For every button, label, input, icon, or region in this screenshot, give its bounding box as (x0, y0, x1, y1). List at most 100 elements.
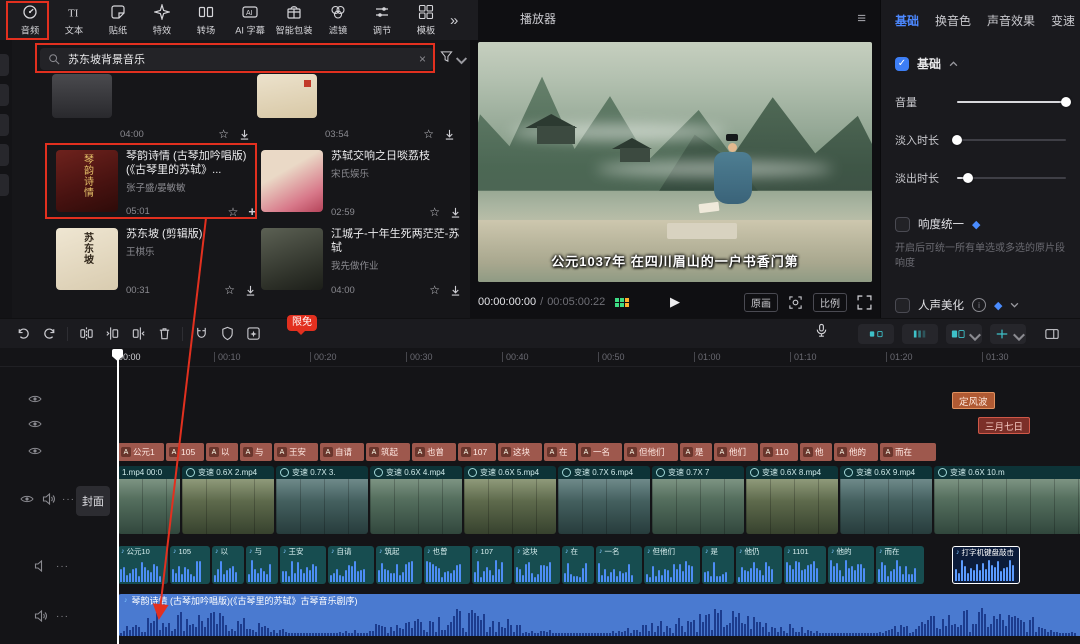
audio-clip[interactable]: ♪是 (702, 546, 734, 584)
more-options-icon[interactable]: ··· (56, 561, 69, 572)
subtitle-clip[interactable]: A王安 (274, 443, 318, 461)
speaker-icon[interactable] (34, 560, 48, 572)
subtitle-clip[interactable]: A这块 (498, 443, 542, 461)
basic-checkbox[interactable]: ✓ (895, 57, 909, 71)
video-clip[interactable]: 变速 0.7X 3. (276, 466, 368, 534)
audio-clip[interactable]: ♪王安 (280, 546, 326, 584)
subtitle-clip[interactable]: A筑起 (366, 443, 410, 461)
filter-button[interactable] (440, 50, 464, 63)
subtitle-clip[interactable]: A是 (680, 443, 712, 461)
inspector-tab-变速[interactable]: 变速 (1051, 12, 1075, 29)
toolbar-item-text[interactable]: TI文本 (52, 0, 96, 40)
subtitle-clip[interactable]: A与 (240, 443, 272, 461)
main-track-magnet-button[interactable] (858, 324, 894, 344)
selected-sound-effect-clip[interactable]: ♪打字机键盘敲击 (952, 546, 1020, 584)
collapsed-category-tab[interactable] (0, 84, 9, 106)
eye-icon[interactable] (20, 494, 34, 504)
download-icon[interactable] (245, 285, 256, 296)
collapsed-category-tab[interactable] (0, 144, 9, 166)
voice-beautify-checkbox[interactable] (895, 298, 910, 313)
expand-toolbar-icon[interactable]: » (450, 12, 458, 29)
microphone-icon[interactable] (814, 323, 836, 345)
music-card-partial[interactable]: 04:00☆ (52, 74, 250, 140)
ratio-button[interactable]: 比例 (813, 293, 847, 312)
video-clip[interactable]: 变速 0.6X 2.mp4 (182, 466, 274, 534)
audio-clip[interactable]: ♪他仍 (736, 546, 782, 584)
split-button[interactable] (73, 323, 99, 345)
trim-right-button[interactable] (125, 323, 151, 345)
subtitle-clip[interactable]: A也曾 (412, 443, 456, 461)
subtitle-clip[interactable]: A自请 (320, 443, 364, 461)
collapsed-category-tab[interactable] (0, 54, 9, 76)
audio-clip[interactable]: ♪1101 (784, 546, 826, 584)
video-clip[interactable]: 变速 0.7X 6.mp4 (558, 466, 650, 534)
subtitle-clip[interactable]: A105 (166, 443, 204, 461)
smart-tool-button[interactable] (240, 323, 266, 345)
trim-left-button[interactable] (99, 323, 125, 345)
video-clip[interactable]: 变速 0.6X 9.mp4 (840, 466, 932, 534)
toolbar-item-package[interactable]: 智能包装 (272, 0, 316, 40)
search-input[interactable] (66, 52, 413, 66)
collapsed-category-tab[interactable] (0, 114, 9, 136)
favorite-star-icon[interactable]: ☆ (224, 284, 235, 296)
video-clip[interactable]: 变速 0.6X 10.m (934, 466, 1080, 534)
subtitle-clip[interactable]: A以 (206, 443, 238, 461)
slider-track[interactable] (957, 177, 1066, 179)
toolbar-item-effect[interactable]: 特效 (140, 0, 184, 40)
preview-axis-button[interactable] (990, 324, 1026, 344)
favorite-star-icon[interactable]: ☆ (423, 128, 434, 140)
audio-clip[interactable]: ♪这块 (514, 546, 560, 584)
play-button[interactable]: ▶ (670, 294, 680, 310)
subtitle-clip[interactable]: A他 (800, 443, 832, 461)
audio-clip[interactable]: ♪105 (170, 546, 210, 584)
audio-clip[interactable]: ♪他的 (828, 546, 874, 584)
slider-track[interactable] (957, 101, 1066, 103)
favorite-star-icon[interactable]: ☆ (218, 128, 229, 140)
eye-icon[interactable] (28, 394, 42, 404)
redo-button[interactable] (36, 323, 62, 345)
toolbar-item-transition[interactable]: 转场 (184, 0, 228, 40)
toolbar-item-adjust[interactable]: 调节 (360, 0, 404, 40)
snapshot-icon[interactable] (788, 295, 803, 310)
inspector-tab-基础[interactable]: 基础 (895, 12, 919, 29)
download-icon[interactable] (239, 129, 250, 140)
chevron-up-icon[interactable] (949, 61, 958, 67)
video-clip[interactable]: 变速 0.6X 5.mp4 (464, 466, 556, 534)
linkage-button[interactable] (946, 324, 982, 344)
toolbar-item-sticker[interactable]: 贴纸 (96, 0, 140, 40)
magnet-button[interactable] (188, 323, 214, 345)
audio-clip[interactable]: ♪自请 (328, 546, 374, 584)
inspector-tab-换音色[interactable]: 换音色 (935, 12, 971, 29)
speaker-icon[interactable] (42, 493, 56, 505)
loudness-checkbox[interactable] (895, 217, 910, 232)
audio-clip[interactable]: ♪也曾 (424, 546, 470, 584)
timeline-ruler[interactable]: 00:0000:1000:2000:3000:4000:5001:0001:10… (0, 348, 1080, 367)
search-box[interactable]: × (40, 48, 434, 70)
speaker-icon[interactable] (34, 610, 48, 622)
video-clip[interactable]: 变速 0.7X 7 (652, 466, 744, 534)
audio-clip[interactable]: ♪在 (562, 546, 594, 584)
player-menu-icon[interactable]: ≡ (857, 10, 866, 27)
music-card[interactable]: 江城子-十年生死两茫茫-苏轼我先做作业04:00☆ (261, 228, 461, 296)
collapsed-category-tab[interactable] (0, 174, 9, 196)
download-icon[interactable] (450, 285, 461, 296)
auto-snap-button[interactable] (902, 324, 938, 344)
undo-button[interactable] (10, 323, 36, 345)
layout-button[interactable] (1034, 324, 1070, 344)
original-quality-button[interactable]: 原画 (744, 293, 778, 312)
music-track-clip[interactable]: ♪琴韵诗情 (古琴加吟唱版)(《古琴里的苏轼》古琴音乐剧序) (118, 594, 1080, 636)
subtitle-clip[interactable]: A107 (458, 443, 496, 461)
timeline-area[interactable]: 00:0000:1000:2000:3000:4000:5001:0001:10… (0, 348, 1080, 644)
chevron-down-icon[interactable] (1010, 302, 1019, 308)
slider-handle[interactable] (1061, 97, 1071, 107)
subtitle-clip[interactable]: A而在 (880, 443, 936, 461)
subtitle-clip[interactable]: A在 (544, 443, 576, 461)
favorite-star-icon[interactable]: ☆ (429, 284, 440, 296)
delete-button[interactable] (151, 323, 177, 345)
audio-clip[interactable]: ♪一名 (596, 546, 642, 584)
audio-clip[interactable]: ♪筑起 (376, 546, 422, 584)
eye-icon[interactable] (28, 419, 42, 429)
toolbar-item-filter[interactable]: 滤镜 (316, 0, 360, 40)
toolbar-item-template[interactable]: 模板 (404, 0, 448, 40)
download-icon[interactable] (444, 129, 455, 140)
